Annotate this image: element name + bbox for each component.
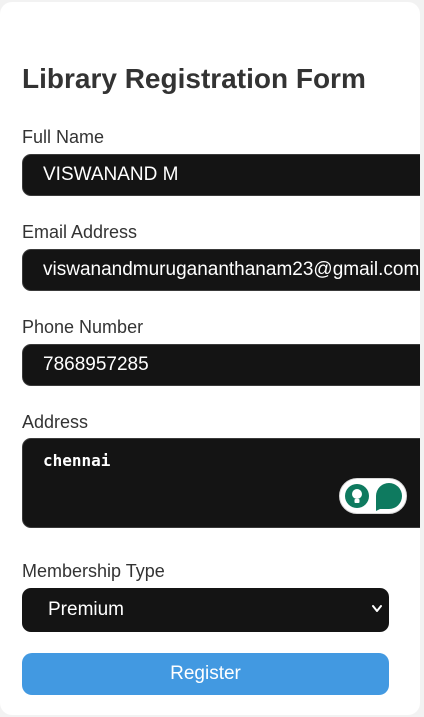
address-label: Address (22, 412, 89, 432)
registration-card: Library Registration Form Full Name VISW… (0, 2, 420, 715)
membership-select[interactable]: Premium (22, 588, 389, 632)
membership-label: Membership Type (22, 561, 165, 581)
register-button[interactable]: Register (22, 653, 389, 695)
phone-label: Phone Number (22, 317, 144, 337)
lightbulb-icon[interactable] (345, 484, 369, 508)
form-title: Library Registration Form (22, 63, 366, 94)
phone-input[interactable]: 7868957285 (22, 344, 420, 386)
chevron-down-icon (372, 605, 382, 612)
email-label: Email Address (22, 222, 138, 242)
full-name-input[interactable]: VISWANAND M (22, 154, 420, 196)
extension-widget[interactable] (339, 478, 407, 514)
speech-bubble-icon[interactable] (376, 483, 402, 511)
email-input[interactable]: viswanandmurugananthanam23@gmail.com (22, 249, 420, 291)
membership-selected-value: Premium (48, 599, 125, 620)
full-name-label: Full Name (22, 127, 105, 147)
